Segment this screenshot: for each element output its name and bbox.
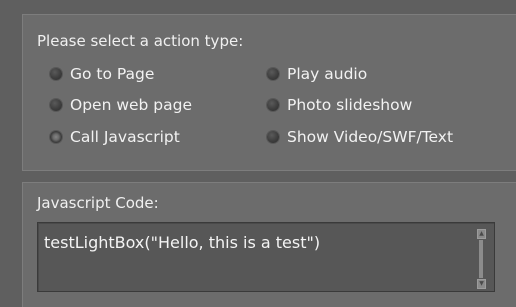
radio-button[interactable] [267, 68, 279, 80]
option-label: Play audio [287, 65, 368, 83]
action-type-panel: Please select a action type: Go to Page … [22, 14, 516, 171]
option-label: Call Javascript [70, 128, 180, 146]
radio-button[interactable] [50, 99, 62, 111]
option-label: Go to Page [70, 65, 155, 83]
option-photo-slideshow[interactable]: Photo slideshow [267, 96, 412, 114]
option-label: Photo slideshow [287, 96, 413, 114]
scroll-track[interactable] [479, 240, 483, 278]
option-open-web-page[interactable]: Open web page [50, 96, 192, 114]
radio-button-selected[interactable] [50, 131, 62, 143]
option-go-to-page[interactable]: Go to Page [50, 65, 154, 83]
javascript-code-panel: Javascript Code: testLightBox("Hello, th… [22, 182, 516, 307]
option-call-javascript[interactable]: Call Javascript [50, 128, 180, 146]
javascript-code-value[interactable]: testLightBox("Hello, this is a test") [44, 233, 320, 252]
radio-button[interactable] [267, 99, 279, 111]
option-label: Open web page [70, 96, 193, 114]
scroll-down-icon[interactable]: ▼ [477, 279, 486, 289]
scroll-up-icon[interactable]: ▲ [477, 229, 486, 239]
javascript-code-textarea[interactable]: testLightBox("Hello, this is a test") ▲ … [37, 222, 495, 292]
option-show-video-swf-text[interactable]: Show Video/SWF/Text [267, 128, 453, 146]
radio-button[interactable] [267, 131, 279, 143]
option-label: Show Video/SWF/Text [287, 128, 454, 146]
javascript-code-title: Javascript Code: [37, 194, 159, 212]
option-play-audio[interactable]: Play audio [267, 65, 367, 83]
vertical-scrollbar[interactable]: ▲ ▼ [477, 229, 486, 289]
action-type-title: Please select a action type: [37, 32, 244, 50]
radio-button[interactable] [50, 68, 62, 80]
